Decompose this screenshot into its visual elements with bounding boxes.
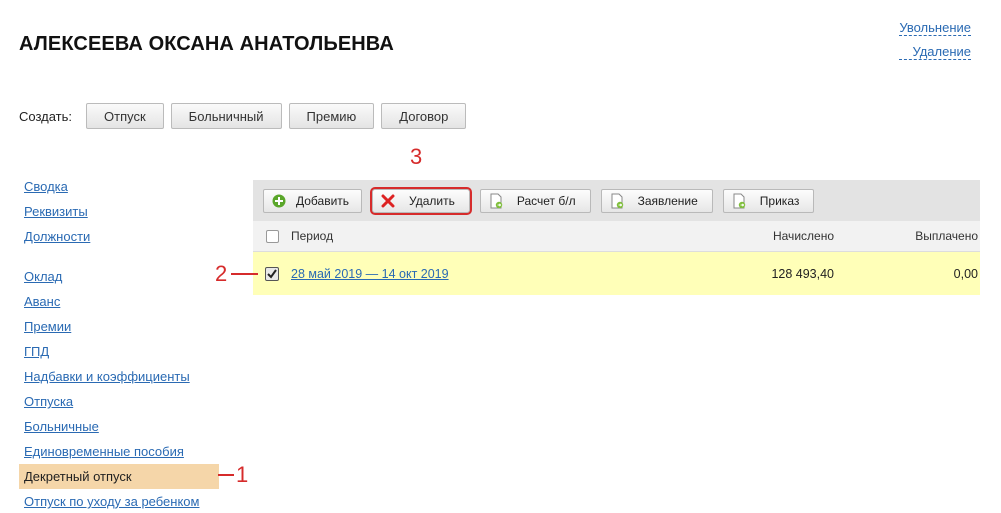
sidebar-item-maternity-leave[interactable]: Декретный отпуск	[19, 464, 219, 489]
create-sick-leave-button[interactable]: Больничный	[170, 103, 282, 129]
annotation-1-line	[218, 474, 234, 476]
sidebar-item-summary[interactable]: Сводка	[0, 174, 240, 199]
row-checkbox[interactable]	[265, 266, 279, 281]
sidebar-item-bonuses[interactable]: Премии	[0, 314, 240, 339]
delete-employee-link[interactable]: Удаление	[899, 44, 971, 60]
sick-calc-button[interactable]: Расчет б/л	[479, 188, 591, 213]
document-arrow-icon	[730, 192, 748, 210]
annotation-2: 2	[215, 261, 228, 286]
create-vacation-button[interactable]: Отпуск	[86, 103, 164, 129]
sidebar-item-one-time-benefits[interactable]: Единовременные пособия	[0, 439, 240, 464]
create-toolbar: Создать: Отпуск Больничный Премию Догово…	[19, 103, 473, 129]
delete-button-label: Удалить	[409, 193, 455, 208]
order-button[interactable]: Приказ	[722, 188, 815, 213]
add-button-label: Добавить	[296, 193, 350, 208]
grid-header: Период Начислено Выплачено	[253, 221, 980, 252]
sidebar: Сводка Реквизиты Должности Оклад Аванс П…	[0, 174, 240, 513]
dismissal-link[interactable]: Увольнение	[899, 20, 971, 36]
sidebar-item-allowances[interactable]: Надбавки и коэффициенты	[0, 364, 240, 389]
accrued-value: 128 493,40	[771, 266, 834, 281]
check-icon	[267, 268, 277, 279]
grid-toolbar: Добавить Удалить Расчет б/л Заявление Пр…	[253, 180, 980, 221]
sidebar-item-sick-leaves[interactable]: Больничные	[0, 414, 240, 439]
header-accrued[interactable]: Начислено	[683, 229, 834, 243]
sidebar-item-advance[interactable]: Аванс	[0, 289, 240, 314]
statement-button-label: Заявление	[637, 193, 698, 208]
sick-calc-button-label: Расчет б/л	[516, 193, 576, 208]
annotation-1: 1	[236, 462, 249, 487]
sidebar-item-positions[interactable]: Должности	[0, 224, 240, 249]
top-links: Увольнение Удаление	[899, 20, 971, 68]
delete-button[interactable]: Удалить	[370, 186, 472, 215]
paid-value: 0,00	[953, 266, 978, 281]
header-paid[interactable]: Выплачено	[834, 229, 978, 243]
annotation-2-line	[231, 273, 258, 275]
sidebar-item-gpd[interactable]: ГПД	[0, 339, 240, 364]
sidebar-item-vacations[interactable]: Отпуска	[0, 389, 240, 414]
sidebar-divider	[0, 249, 240, 264]
plus-circle-icon	[270, 192, 288, 210]
annotation-3: 3	[410, 144, 423, 169]
page: АЛЕКСЕЕВА ОКСАНА АНАТОЛЬЕНВА Увольнение …	[0, 0, 1001, 513]
leave-grid: Добавить Удалить Расчет б/л Заявление Пр…	[253, 180, 980, 295]
employee-name: АЛЕКСЕЕВА ОКСАНА АНАТОЛЬЕНВА	[19, 33, 394, 55]
period-link[interactable]: 28 май 2019 — 14 окт 2019	[291, 267, 449, 281]
table-row[interactable]: 28 май 2019 — 14 окт 2019 128 493,40 0,0…	[253, 252, 980, 295]
create-bonus-button[interactable]: Премию	[288, 103, 375, 129]
create-label: Создать:	[19, 108, 73, 124]
statement-button[interactable]: Заявление	[600, 188, 713, 213]
sidebar-item-childcare-leave[interactable]: Отпуск по уходу за ребенком	[0, 489, 240, 513]
create-contract-button[interactable]: Договор	[381, 103, 467, 129]
add-button[interactable]: Добавить	[263, 188, 363, 213]
select-all-checkbox[interactable]	[265, 229, 279, 243]
document-arrow-icon	[608, 192, 626, 210]
sidebar-item-requisites[interactable]: Реквизиты	[0, 199, 240, 224]
header-period[interactable]: Период	[291, 229, 683, 243]
sidebar-item-salary[interactable]: Оклад	[0, 264, 240, 289]
red-x-icon	[379, 192, 397, 210]
document-arrow-icon	[487, 192, 505, 210]
order-button-label: Приказ	[759, 193, 800, 208]
